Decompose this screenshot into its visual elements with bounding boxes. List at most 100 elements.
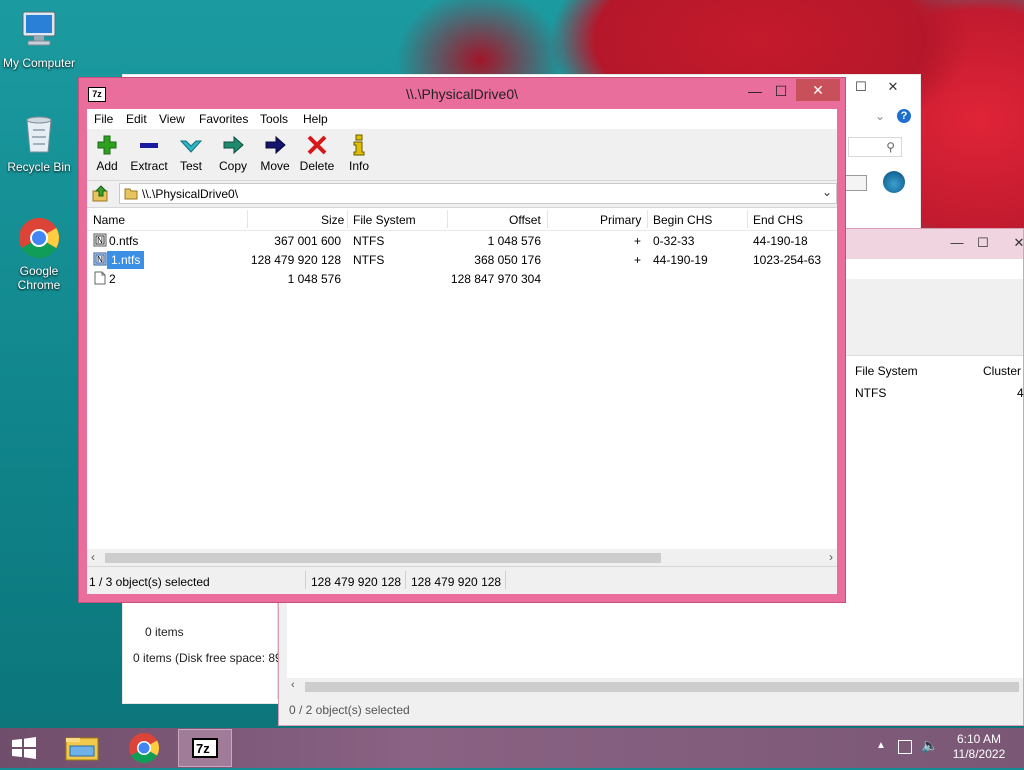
add-icon xyxy=(85,134,129,156)
test-button[interactable]: Test xyxy=(169,134,213,173)
close-button[interactable]: ✕ xyxy=(796,79,840,101)
column-header-size[interactable]: Size xyxy=(321,213,344,227)
scroll-left-arrow[interactable]: ‹ xyxy=(91,550,95,564)
column-header-end-chs[interactable]: End CHS xyxy=(753,213,803,227)
menu-help[interactable]: Help xyxy=(303,112,328,126)
cell-primary: + xyxy=(633,234,641,248)
recycle-bin-icon xyxy=(17,112,61,156)
network-tray-icon[interactable] xyxy=(898,740,912,754)
cell-file-system: NTFS xyxy=(353,234,385,248)
table-row[interactable]: N 0.ntfs 367 001 600 NTFS 1 048 576 + 0-… xyxy=(87,231,837,250)
scroll-thumb[interactable] xyxy=(105,553,661,563)
copy-label: Copy xyxy=(218,159,247,173)
status-bar: 1 / 3 object(s) selected 128 479 920 128… xyxy=(87,566,837,594)
volume-icon[interactable]: 🔈 xyxy=(921,737,938,754)
folder-icon xyxy=(124,186,138,200)
test-icon xyxy=(169,134,213,156)
cell-name: 1.ntfs xyxy=(107,251,145,269)
column-header-file-system[interactable]: File System xyxy=(353,213,416,227)
desktop-icon-label: Google Chrome xyxy=(17,264,61,292)
desktop-icon-recycle-bin[interactable]: Recycle Bin xyxy=(1,112,77,174)
info-button[interactable]: Info xyxy=(337,134,381,173)
taskbar-7zip[interactable]: 7z xyxy=(178,729,232,767)
delete-button[interactable]: Delete xyxy=(295,134,339,173)
horizontal-scrollbar[interactable]: ‹ › xyxy=(87,549,837,566)
window-title: \\.\PhysicalDrive0\ xyxy=(405,86,519,102)
items-count: 0 items xyxy=(145,625,184,639)
move-button[interactable]: Move xyxy=(253,134,297,173)
7zip-icon: 7z xyxy=(192,738,218,758)
menu-file[interactable]: File xyxy=(94,112,113,126)
bg2-status: 0 / 2 object(s) selected xyxy=(289,703,410,717)
menu-view[interactable]: View xyxy=(159,112,185,126)
search-box[interactable]: ⚲ xyxy=(848,137,902,157)
extract-button[interactable]: Extract xyxy=(127,134,171,173)
left-panel-status: 0 items (Disk free space: 89.7 xyxy=(133,651,279,665)
view-toggle-icon[interactable] xyxy=(845,175,867,191)
cell-primary: + xyxy=(633,253,641,267)
delete-icon xyxy=(295,134,339,156)
cell-begin-chs: 0-32-33 xyxy=(653,234,695,248)
address-input[interactable]: \\.\PhysicalDrive0\ ⌄ xyxy=(119,183,837,204)
bg-maximize-button[interactable]: ☐ xyxy=(847,77,875,97)
minimize-button[interactable]: — xyxy=(743,80,767,102)
chrome-icon xyxy=(17,216,61,260)
file-icon xyxy=(93,271,107,285)
taskbar-file-explorer[interactable] xyxy=(56,729,108,767)
start-button[interactable] xyxy=(0,729,48,767)
menu-favorites[interactable]: Favorites xyxy=(199,112,248,126)
table-row[interactable]: 2 1 048 576 128 847 970 304 xyxy=(87,269,837,288)
column-header-file-system[interactable]: File System xyxy=(855,364,918,378)
computer-icon xyxy=(17,8,61,52)
delete-label: Delete xyxy=(299,159,335,173)
clock[interactable]: 6:10 AM 11/8/2022 xyxy=(946,732,1012,762)
bg2-maximize-button[interactable]: ☐ xyxy=(969,233,997,253)
cell-cluster: 4 xyxy=(1017,386,1024,400)
info-icon xyxy=(337,134,381,156)
up-folder-icon[interactable] xyxy=(92,185,110,203)
menu-bar: File Edit View Favorites Tools Help xyxy=(87,109,837,129)
column-header-primary[interactable]: Primary xyxy=(600,213,641,227)
desktop-icon-my-computer[interactable]: My Computer xyxy=(1,8,77,70)
table-row-selected[interactable]: N 1.ntfs 128 479 920 128 NTFS 368 050 17… xyxy=(87,250,837,269)
svg-text:N: N xyxy=(97,255,103,264)
bg2-hscroll[interactable]: ‹ xyxy=(287,678,1023,695)
test-label: Test xyxy=(179,159,202,173)
column-header-name[interactable]: Name xyxy=(93,213,125,227)
bg2-minimize-button[interactable]: — xyxy=(943,233,971,253)
add-button[interactable]: Add xyxy=(85,134,129,173)
tray-overflow-icon[interactable]: ▲ xyxy=(876,740,886,751)
network-icon xyxy=(883,171,905,193)
menu-edit[interactable]: Edit xyxy=(126,112,147,126)
column-header-cluster[interactable]: Cluster S xyxy=(983,364,1024,378)
title-bar[interactable]: 7z \\.\PhysicalDrive0\ — ☐ ✕ xyxy=(79,78,845,109)
cell-size: 1 048 576 xyxy=(287,272,341,286)
taskbar: 7z ▲ 🔈 6:10 AM 11/8/2022 xyxy=(0,728,1024,768)
desktop-icon-google-chrome[interactable]: Google Chrome xyxy=(1,216,77,292)
bg-close-button[interactable]: ✕ xyxy=(879,77,907,97)
cell-file-system: NTFS xyxy=(855,386,887,400)
7zip-main-window[interactable]: 7z \\.\PhysicalDrive0\ — ☐ ✕ File Edit V… xyxy=(78,77,846,603)
copy-icon xyxy=(211,134,255,156)
file-list[interactable]: Name Size File System Offset Primary Beg… xyxy=(87,207,837,566)
ntfs-file-icon: N xyxy=(93,233,107,247)
copy-button[interactable]: Copy xyxy=(211,134,255,173)
cell-name: 2 xyxy=(109,272,116,286)
info-label: Info xyxy=(348,159,369,173)
bg2-close-button[interactable]: ✕ xyxy=(1005,233,1024,253)
status-size: 128 479 920 128 xyxy=(311,575,402,589)
maximize-button[interactable]: ☐ xyxy=(769,80,793,102)
chevron-down-icon[interactable]: ⌄ xyxy=(822,185,832,199)
scroll-right-arrow[interactable]: › xyxy=(829,550,833,564)
cell-offset: 368 050 176 xyxy=(474,253,541,267)
menu-tools[interactable]: Tools xyxy=(260,112,288,126)
cell-size: 367 001 600 xyxy=(274,234,341,248)
cell-end-chs: 44-190-18 xyxy=(753,234,808,248)
chevron-down-icon[interactable]: ⌄ xyxy=(875,109,885,123)
add-label: Add xyxy=(96,159,118,173)
search-icon: ⚲ xyxy=(886,140,895,154)
column-header-begin-chs[interactable]: Begin CHS xyxy=(653,213,712,227)
column-header-offset[interactable]: Offset xyxy=(509,213,541,227)
taskbar-chrome[interactable] xyxy=(118,729,170,767)
help-icon[interactable]: ? xyxy=(897,109,911,123)
